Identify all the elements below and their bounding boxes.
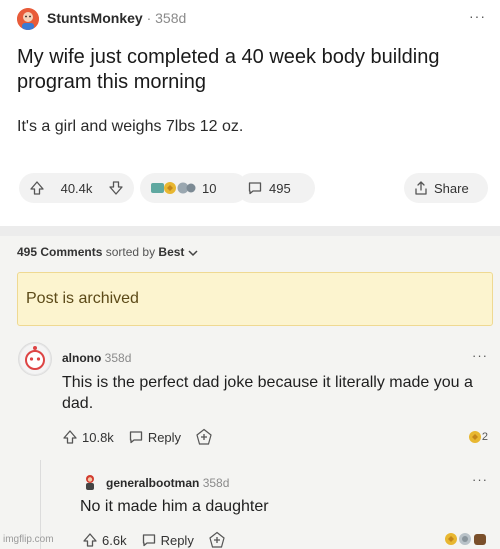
post-more-options-icon[interactable]: ··· (469, 8, 486, 24)
reply-upvote[interactable]: 6.6k (82, 532, 127, 548)
award-count: 10 (202, 180, 217, 196)
archived-notice: Post is archived (17, 272, 493, 326)
comment-award[interactable]: 2 (468, 430, 488, 444)
reply-label: Reply (147, 429, 182, 445)
comment-author-name[interactable]: alnono (62, 351, 101, 365)
reply-reply-button[interactable]: Reply (141, 532, 194, 548)
gold-award-icon (468, 430, 482, 444)
upvote-icon[interactable] (82, 532, 98, 548)
comment-upvote[interactable]: 10.8k (62, 429, 114, 445)
upvote-icon[interactable] (62, 429, 78, 445)
comment-count-label: 495 Comments (17, 245, 103, 259)
post-body: It's a girl and weighs 7lbs 12 oz. (17, 118, 244, 135)
comment-award-count: 2 (481, 431, 488, 443)
watermark: imgflip.com (3, 534, 54, 545)
award-plus-icon (195, 428, 213, 446)
downvote-icon[interactable] (108, 180, 124, 196)
post-author-avatar[interactable] (17, 8, 39, 30)
sorted-by-label: sorted by (105, 245, 156, 259)
comment-meta: alnono 358d (62, 351, 131, 365)
reply-age: 358d (202, 476, 230, 490)
post-card: StuntsMonkey · 358d ··· My wife just com… (0, 0, 500, 226)
upvote-icon[interactable] (29, 180, 45, 196)
comment-vote-count: 10.8k (82, 429, 114, 445)
comments-button[interactable]: 495 (237, 173, 315, 203)
reply-avatar[interactable] (82, 474, 98, 490)
reply-button[interactable]: Reply (128, 429, 181, 445)
reply-meta: generalbootman 358d (106, 476, 229, 490)
archived-notice-text: Post is archived (26, 290, 139, 307)
award-badges-icon (444, 531, 488, 547)
post-vote-count: 40.4k (60, 180, 93, 196)
share-button[interactable]: Share (404, 173, 488, 203)
comment-bubble-icon (247, 180, 263, 196)
reply-text: No it made him a daughter (80, 498, 269, 515)
comment-bubble-icon (141, 532, 157, 548)
comment-sort-bar[interactable]: 495 Comments sorted by Best (17, 245, 198, 259)
section-divider (0, 226, 500, 236)
meta-separator: · (146, 10, 152, 26)
post-vote-control: 40.4k (19, 173, 134, 203)
reply-author-name[interactable]: generalbootman (106, 476, 199, 490)
comment-count: 495 (269, 180, 291, 196)
comment-age: 358d (104, 351, 132, 365)
reply-vote-count: 6.6k (102, 532, 127, 548)
reply-more-options-icon[interactable]: ··· (472, 472, 488, 487)
reply-give-award-button[interactable] (208, 531, 226, 549)
post-title[interactable]: My wife just completed a 40 week body bu… (17, 45, 487, 95)
post-age: 358d (155, 10, 187, 26)
comment-bubble-icon (128, 429, 144, 445)
post-author-name[interactable]: StuntsMonkey (47, 10, 143, 26)
comment-more-options-icon[interactable]: ··· (472, 348, 488, 363)
award-badges-icon (150, 180, 196, 196)
reply-actions: 6.6k Reply (82, 531, 240, 549)
give-award-button[interactable] (195, 428, 213, 446)
awards-button[interactable]: 10 (140, 173, 248, 203)
sort-value[interactable]: Best (158, 245, 184, 259)
share-icon (414, 180, 428, 196)
comment-actions: 10.8k Reply (62, 428, 227, 446)
reply-awards[interactable] (444, 531, 488, 547)
reply-reply-label: Reply (160, 532, 194, 548)
comment-text: This is the perfect dad joke because it … (62, 374, 473, 412)
comment-avatar[interactable] (18, 342, 52, 376)
share-label: Share (434, 180, 469, 196)
post-meta: StuntsMonkey · 358d (47, 10, 186, 26)
award-plus-icon (208, 531, 226, 549)
chevron-down-icon[interactable] (188, 249, 198, 257)
